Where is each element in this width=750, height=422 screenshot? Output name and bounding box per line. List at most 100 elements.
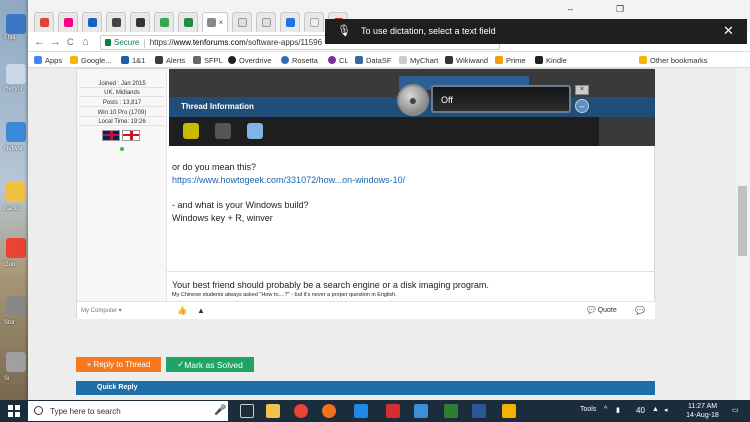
file-explorer-icon[interactable] xyxy=(266,404,280,418)
taskbar-search-box[interactable]: Type here to search 🎤 xyxy=(28,401,228,421)
tab-blue[interactable] xyxy=(280,12,300,32)
reload-button[interactable]: C xyxy=(67,35,74,49)
amazon-icon xyxy=(495,56,503,64)
bookmark-other[interactable]: Other bookmarks xyxy=(639,54,708,66)
bookmark-google[interactable]: Google... xyxy=(70,54,111,66)
tab-doc[interactable] xyxy=(232,12,252,32)
network-icon[interactable]: ▲ xyxy=(652,406,659,413)
bookmark-prime[interactable]: Prime xyxy=(495,54,526,66)
tab-gmail[interactable] xyxy=(34,12,54,32)
edge-icon[interactable] xyxy=(354,404,368,418)
datasf-icon xyxy=(355,56,363,64)
speaker-icon[interactable]: ◂ xyxy=(664,406,668,414)
show-hidden-icon[interactable]: ^ xyxy=(604,406,607,413)
quote-label: Quote xyxy=(597,307,617,314)
clock-time: 11:27 AM xyxy=(687,403,718,410)
bookmark-rosetta[interactable]: Rosetta xyxy=(281,54,318,66)
sfpl-icon xyxy=(193,56,201,64)
folder-icon xyxy=(639,56,647,64)
user-os: Win 10 Pro (1709) xyxy=(79,110,165,117)
this-pc-icon[interactable] xyxy=(6,14,26,34)
forward-button[interactable]: → xyxy=(50,35,61,49)
warning-icon[interactable]: ▲ xyxy=(197,306,205,315)
flickr-icon xyxy=(63,18,73,27)
my-computer-link[interactable]: My Computer ▾ xyxy=(81,307,122,314)
tab-blank[interactable] xyxy=(304,12,324,32)
tab-mail[interactable] xyxy=(82,12,102,32)
network-icon[interactable] xyxy=(6,122,26,142)
microphone-glyph: ● xyxy=(408,92,418,108)
multi-quote-icon[interactable]: 💬 xyxy=(635,306,645,315)
bookmark-sfpl[interactable]: SFPL xyxy=(193,54,223,66)
chrome-icon[interactable] xyxy=(6,238,26,258)
folder-icon[interactable] xyxy=(6,182,26,202)
tab-drive[interactable] xyxy=(154,12,174,32)
desktop-icon-label: This xyxy=(4,35,16,41)
reply-to-thread-button[interactable]: + Reply to Thread xyxy=(76,357,161,372)
paint-icon[interactable] xyxy=(502,404,516,418)
bookmark-label: Wikiwand xyxy=(456,55,489,65)
mark-as-solved-label: Mark as Solved xyxy=(184,359,243,370)
rosetta-icon xyxy=(281,56,289,64)
bookmark-mychart[interactable]: MyChart xyxy=(399,54,438,66)
task-view-icon[interactable] xyxy=(240,404,254,418)
page-content: Joined : Jan 2015 UK, Midlands Posts : 1… xyxy=(28,68,735,400)
green-app-icon[interactable] xyxy=(444,404,458,418)
tab-green[interactable] xyxy=(178,12,198,32)
app-icon[interactable] xyxy=(6,352,26,372)
dictation-message: To use dictation, select a text field xyxy=(361,26,496,36)
word-icon[interactable] xyxy=(472,404,486,418)
embedded-screenshot[interactable]: Thread Information ● Off × – xyxy=(169,69,655,146)
speech-close-icon: × xyxy=(575,85,589,95)
secure-label: Secure xyxy=(114,38,140,47)
close-icon[interactable]: × xyxy=(219,18,224,27)
dictation-close-button[interactable]: ✕ xyxy=(723,23,734,39)
back-button[interactable]: ← xyxy=(34,35,45,49)
restore-button[interactable]: ❐ xyxy=(616,4,624,15)
post-link[interactable]: https://www.howtogeek.com/331072/how...o… xyxy=(172,175,405,185)
tab-flickr[interactable] xyxy=(58,12,78,32)
bookmark-alerts[interactable]: Alerts xyxy=(155,54,185,66)
stack-icon[interactable] xyxy=(414,404,428,418)
tab-tenforums[interactable]: × xyxy=(202,12,228,32)
bookmark-kindle[interactable]: Kindle xyxy=(535,54,567,66)
system-clock[interactable]: 11:27 AM 14-Aug-18 xyxy=(680,402,725,420)
tools-label[interactable]: Tools xyxy=(580,406,596,413)
apps-icon xyxy=(34,56,42,64)
bookmark-1and1[interactable]: 1&1 xyxy=(121,54,145,66)
bookmark-cl[interactable]: CL xyxy=(328,54,349,66)
quick-reply-bar[interactable]: Quick Reply xyxy=(76,381,655,395)
firefox-icon[interactable] xyxy=(322,404,336,418)
thumbs-up-icon[interactable]: 👍 xyxy=(177,306,187,315)
vertical-scrollbar[interactable] xyxy=(735,68,750,400)
bookmark-wikiwand[interactable]: Wikiwand xyxy=(445,54,488,66)
bookmark-label: 1&1 xyxy=(132,55,146,65)
battery-icon[interactable]: ▮ xyxy=(616,406,620,414)
url-text: https://www.tenforums.com/software-apps/… xyxy=(150,38,322,47)
post-text-line: Windows key + R, winver xyxy=(172,213,273,223)
storage-icon[interactable] xyxy=(6,296,26,316)
volume-level[interactable]: 40 xyxy=(636,406,645,415)
desktop-icon-label: Backp xyxy=(4,206,21,212)
minimize-button[interactable]: – xyxy=(568,4,573,14)
windows-start-icon[interactable] xyxy=(8,405,20,417)
notifications-icon[interactable]: ▭ xyxy=(732,406,739,414)
microphone-icon[interactable]: 🎤 xyxy=(214,405,226,416)
taskbar: Type here to search 🎤 Tools ^ ▮ 40 ▲ ◂ 1… xyxy=(0,400,750,422)
url-path: /software-apps/11596 xyxy=(245,38,323,47)
mark-as-solved-button[interactable]: ✓ Mark as Solved xyxy=(166,357,254,372)
scrollbar-thumb[interactable] xyxy=(738,186,747,256)
bookmark-apps[interactable]: Apps xyxy=(34,54,62,66)
recycle-bin-icon[interactable] xyxy=(6,64,26,84)
quote-button[interactable]: 💬 Quote xyxy=(587,306,617,314)
dictation-banner: 🎙 To use dictation, select a text field … xyxy=(325,19,747,44)
bookmark-datasf[interactable]: DataSF xyxy=(355,54,391,66)
pdf-icon[interactable] xyxy=(386,404,400,418)
tab-doc2[interactable] xyxy=(256,12,276,32)
chrome-icon[interactable] xyxy=(294,404,308,418)
home-button[interactable]: ⌂ xyxy=(82,35,89,49)
bookmark-overdrive[interactable]: Overdrive xyxy=(228,54,272,66)
tab-graduation[interactable] xyxy=(130,12,150,32)
tab-site[interactable] xyxy=(106,12,126,32)
speech-status-text: Off xyxy=(441,95,453,105)
